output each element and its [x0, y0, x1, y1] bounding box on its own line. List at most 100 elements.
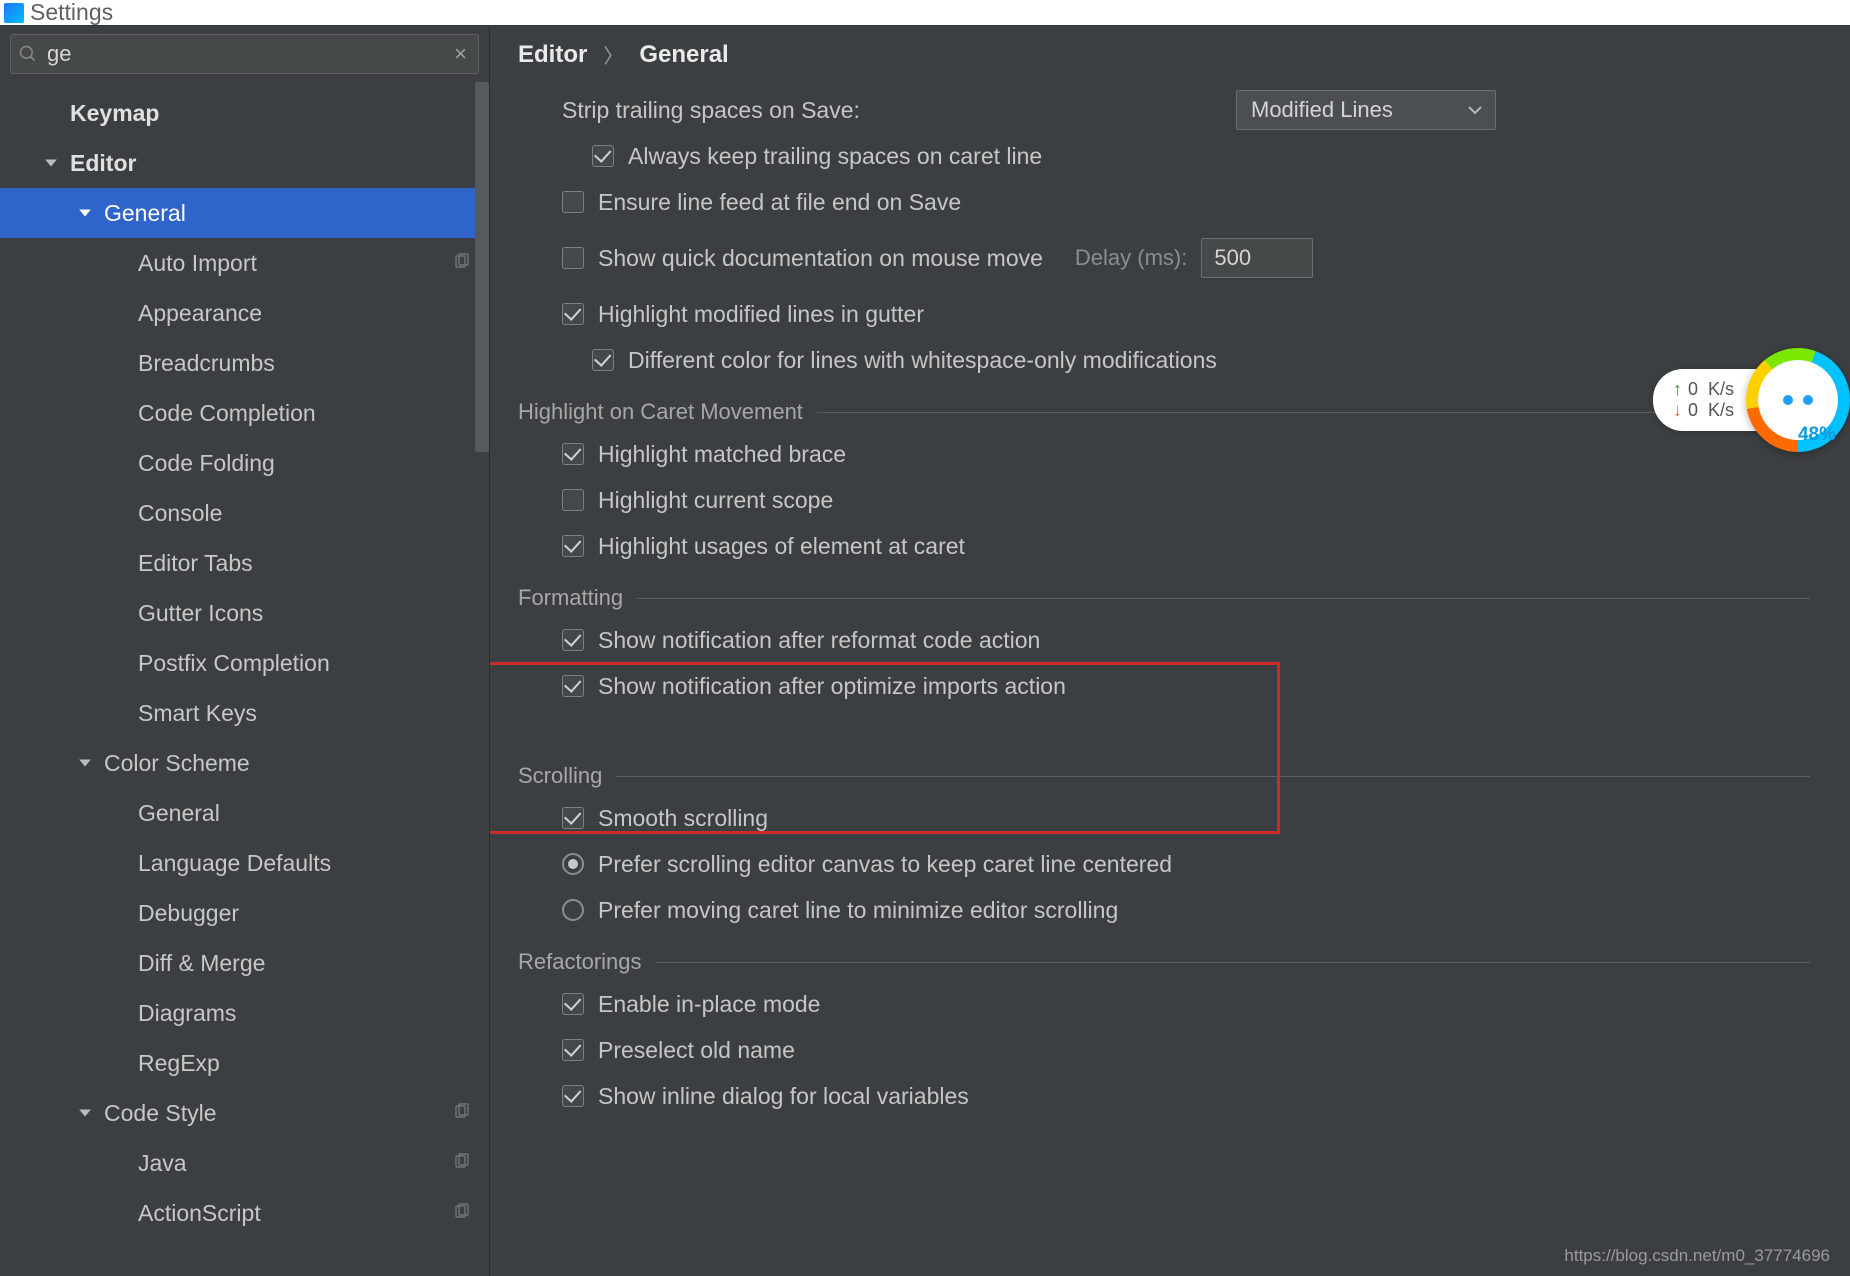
sidebar-item-console[interactable]: Console: [0, 488, 485, 538]
copy-icon: [453, 1100, 471, 1127]
window-titlebar: Settings: [0, 0, 1850, 26]
ensure-lf-checkbox[interactable]: [562, 191, 584, 213]
inline-dialog-checkbox[interactable]: [562, 1085, 584, 1107]
sidebar-item-general[interactable]: General: [0, 788, 485, 838]
sidebar-item-color-scheme[interactable]: Color Scheme: [0, 738, 485, 788]
prefer-caret-label: Prefer moving caret line to minimize edi…: [598, 897, 1118, 924]
sidebar-item-label: Auto Import: [138, 250, 257, 277]
sidebar-item-label: Console: [138, 500, 222, 527]
hl-gutter-checkbox[interactable]: [562, 303, 584, 325]
hl-gutter-label: Highlight modified lines in gutter: [598, 301, 924, 328]
search-icon: [18, 44, 38, 64]
section-caret-movement: Highlight on Caret Movement: [518, 399, 1810, 425]
always-keep-checkbox[interactable]: [592, 145, 614, 167]
notif-optimize-label: Show notification after optimize imports…: [598, 673, 1066, 700]
chevron-down-icon: [78, 756, 96, 770]
sidebar-item-label: Smart Keys: [138, 700, 257, 727]
sidebar-item-auto-import[interactable]: Auto Import: [0, 238, 485, 288]
sidebar-item-label: Diagrams: [138, 1000, 236, 1027]
strip-trailing-select[interactable]: Modified Lines: [1236, 90, 1496, 130]
diff-color-checkbox[interactable]: [592, 349, 614, 371]
sidebar-scrollbar[interactable]: [475, 82, 489, 452]
sidebar-item-label: Diff & Merge: [138, 950, 265, 977]
chevron-down-icon: [78, 206, 96, 220]
sidebar-item-general[interactable]: General: [0, 188, 485, 238]
strip-trailing-value: Modified Lines: [1251, 97, 1393, 123]
sidebar-item-label: Code Folding: [138, 450, 275, 477]
hl-scope-label: Highlight current scope: [598, 487, 833, 514]
delay-label: Delay (ms):: [1075, 245, 1187, 271]
settings-search[interactable]: ×: [10, 34, 479, 74]
ensure-lf-label: Ensure line feed at file end on Save: [598, 189, 961, 216]
chevron-down-icon: [44, 156, 62, 170]
usage-percent: 48%: [1798, 424, 1836, 446]
settings-tree[interactable]: Keymap Editor General Auto Import Appearance…: [0, 82, 489, 1276]
sidebar-item-label: Editor: [70, 150, 136, 177]
arrow-down-icon: ↓: [1673, 400, 1682, 420]
prefer-canvas-radio[interactable]: [562, 853, 584, 875]
prefer-caret-radio[interactable]: [562, 899, 584, 921]
sidebar-item-java[interactable]: Java: [0, 1138, 485, 1188]
notif-reformat-label: Show notification after reformat code ac…: [598, 627, 1040, 654]
sidebar-item-diff-merge[interactable]: Diff & Merge: [0, 938, 485, 988]
settings-main-panel: Editor 〉 General Strip trailing spaces o…: [490, 26, 1850, 1276]
sidebar-item-label: General: [138, 800, 220, 827]
settings-sidebar: × Keymap Editor General Auto Import Appearan…: [0, 26, 490, 1276]
sidebar-item-editor[interactable]: Editor: [0, 138, 485, 188]
watermark-text: https://blog.csdn.net/m0_37774696: [1564, 1246, 1830, 1266]
sidebar-item-label: Java: [138, 1150, 187, 1177]
sidebar-item-label: Postfix Completion: [138, 650, 330, 677]
breadcrumb: Editor 〉 General: [518, 40, 1810, 69]
smooth-scrolling-checkbox[interactable]: [562, 807, 584, 829]
sidebar-item-postfix-completion[interactable]: Postfix Completion: [0, 638, 485, 688]
sidebar-item-label: Color Scheme: [104, 750, 250, 777]
hl-brace-checkbox[interactable]: [562, 443, 584, 465]
usage-gauge[interactable]: 48%: [1746, 348, 1850, 452]
chevron-down-icon: [1467, 104, 1483, 116]
sidebar-item-label: Gutter Icons: [138, 600, 263, 627]
sidebar-item-regexp[interactable]: RegExp: [0, 1038, 485, 1088]
hl-scope-checkbox[interactable]: [562, 489, 584, 511]
breadcrumb-root[interactable]: Editor: [518, 41, 587, 69]
arrow-up-icon: ↑: [1673, 379, 1682, 399]
clear-search-icon[interactable]: ×: [454, 41, 467, 67]
sidebar-item-code-folding[interactable]: Code Folding: [0, 438, 485, 488]
sidebar-item-language-defaults[interactable]: Language Defaults: [0, 838, 485, 888]
sidebar-item-code-completion[interactable]: Code Completion: [0, 388, 485, 438]
notif-optimize-checkbox[interactable]: [562, 675, 584, 697]
inline-dialog-label: Show inline dialog for local variables: [598, 1083, 969, 1110]
sidebar-item-editor-tabs[interactable]: Editor Tabs: [0, 538, 485, 588]
sidebar-item-keymap[interactable]: Keymap: [0, 88, 485, 138]
notif-reformat-checkbox[interactable]: [562, 629, 584, 651]
inplace-checkbox[interactable]: [562, 993, 584, 1015]
sidebar-item-debugger[interactable]: Debugger: [0, 888, 485, 938]
sidebar-item-appearance[interactable]: Appearance: [0, 288, 485, 338]
sidebar-item-label: Debugger: [138, 900, 239, 927]
section-refactorings: Refactorings: [518, 949, 1810, 975]
sidebar-item-breadcrumbs[interactable]: Breadcrumbs: [0, 338, 485, 388]
window-title: Settings: [30, 0, 113, 26]
sidebar-item-label: Appearance: [138, 300, 262, 327]
sidebar-item-label: Keymap: [70, 100, 159, 127]
delay-input[interactable]: [1201, 238, 1313, 278]
strip-trailing-label: Strip trailing spaces on Save:: [562, 97, 860, 124]
sidebar-item-diagrams[interactable]: Diagrams: [0, 988, 485, 1038]
smooth-scrolling-label: Smooth scrolling: [598, 805, 768, 832]
copy-icon: [453, 1150, 471, 1177]
floating-widget[interactable]: ↑0 K/s ↓0 K/s 48%: [1653, 348, 1850, 452]
sidebar-item-actionscript[interactable]: ActionScript: [0, 1188, 485, 1238]
hl-usages-label: Highlight usages of element at caret: [598, 533, 965, 560]
hl-usages-checkbox[interactable]: [562, 535, 584, 557]
sidebar-item-gutter-icons[interactable]: Gutter Icons: [0, 588, 485, 638]
sidebar-item-code-style[interactable]: Code Style: [0, 1088, 485, 1138]
chevron-right-icon: 〉: [603, 40, 623, 69]
search-input[interactable]: [10, 34, 479, 74]
sidebar-item-smart-keys[interactable]: Smart Keys: [0, 688, 485, 738]
copy-icon: [453, 1200, 471, 1227]
quick-doc-checkbox[interactable]: [562, 247, 584, 269]
sidebar-item-label: Code Style: [104, 1100, 217, 1127]
preselect-checkbox[interactable]: [562, 1039, 584, 1061]
sidebar-item-label: Breadcrumbs: [138, 350, 275, 377]
preselect-label: Preselect old name: [598, 1037, 795, 1064]
sidebar-item-label: Editor Tabs: [138, 550, 253, 577]
